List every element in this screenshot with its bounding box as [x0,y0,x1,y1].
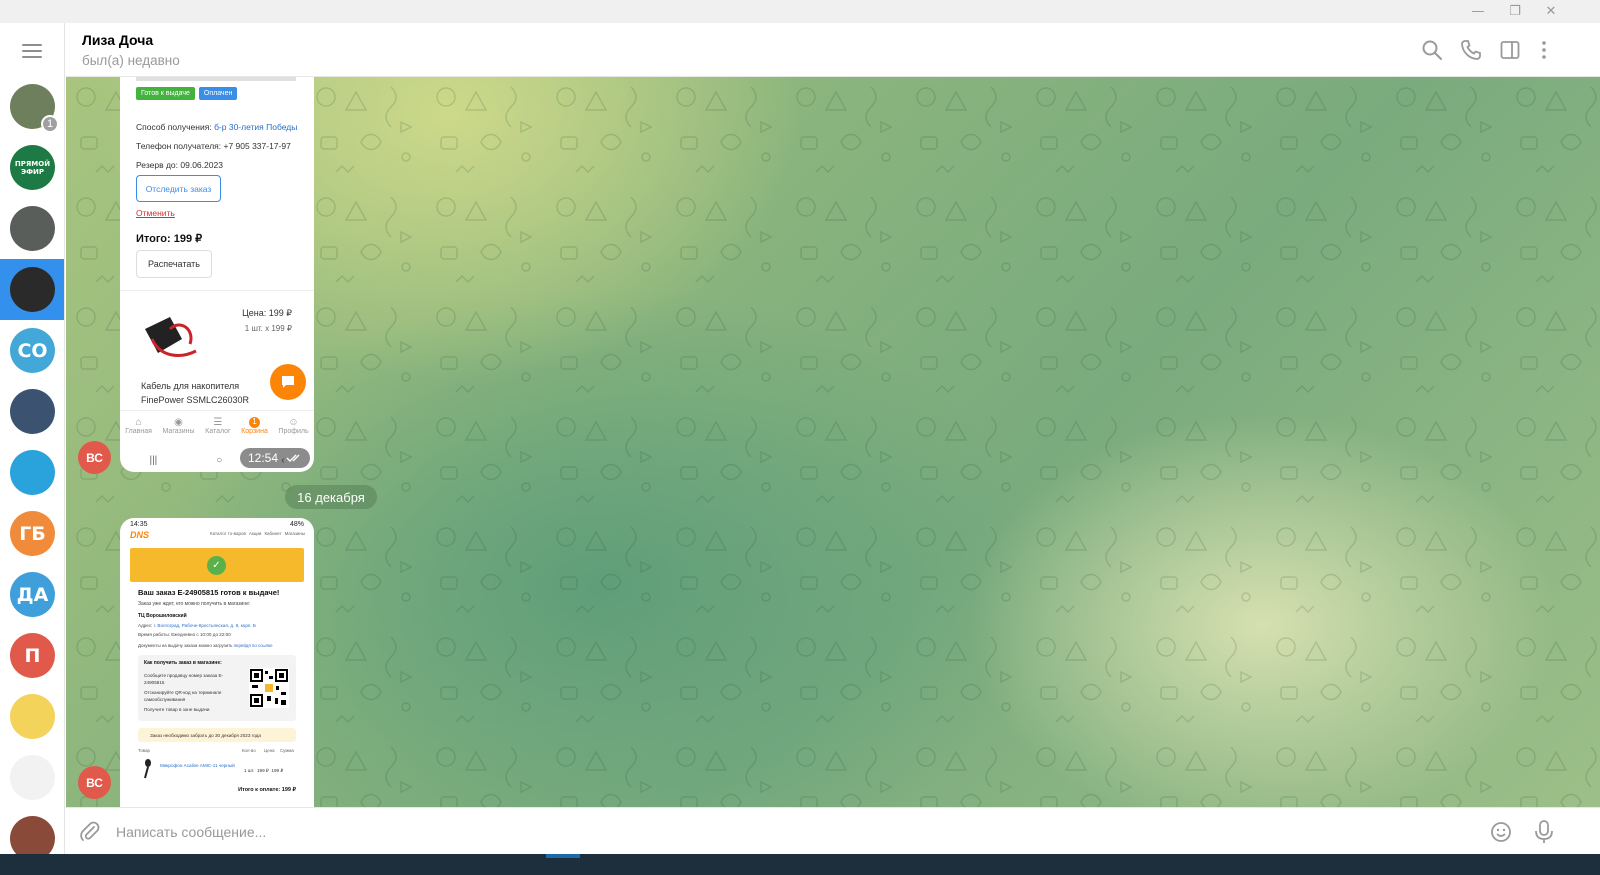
avatar: ДА [10,572,55,617]
microphone-image [144,759,151,779]
message-composer [66,807,1600,854]
phone-battery: 48% [289,521,304,528]
recipient-phone: Телефон получателя: +7 905 337-17-97 [136,141,291,151]
dns-logo: DNS [130,530,150,540]
avatar [10,450,55,495]
track-order-button[interactable]: Отследить заказ [136,175,221,202]
taskbar-strip [0,854,1600,875]
screenshot-message[interactable]: Готов к выдаче Оплачен Способ получения:… [120,77,314,472]
chat-list-item[interactable] [0,198,64,259]
nav-stores[interactable]: ◉ Магазины [163,417,195,445]
close-button[interactable]: ✕ [1533,0,1569,23]
cropped-order-header [136,77,296,81]
howto-box: Как получить заказ в магазине: Сообщите … [138,655,296,721]
reserve-date: Резерв до: 09.06.2023 [136,160,223,170]
avatar [10,206,55,251]
avatar: ГБ [10,511,55,556]
avatar [10,267,55,312]
ready-banner: ✓ [130,548,304,582]
read-checkmarks-icon [286,454,300,462]
avatar [10,389,55,434]
chat-list-item[interactable]: 1 [0,76,64,137]
app-bottom-nav: ⌂ Главная ◉ Магазины ☰ Каталог 1 Корзина ☺ Пр… [120,410,314,445]
order-total: Итого: 199 ₽ [136,233,203,245]
screenshot-message[interactable]: 14:35 48% DNS Каталог то-варов Акции Кабин… [120,518,314,807]
restore-button[interactable]: ❐ [1497,0,1533,23]
avatar: СО [10,328,55,373]
ready-badge: Готов к выдаче [136,87,195,100]
nav-profile[interactable]: ☺ Профиль [278,417,308,445]
check-icon: ✓ [207,556,226,575]
window-titlebar: — ❐ ✕ [0,0,1600,23]
emoji-icon[interactable] [1489,820,1513,844]
chat-list-item[interactable]: П [0,625,64,686]
microphone-icon[interactable] [1532,819,1556,845]
print-button[interactable]: Распечатать [136,250,212,278]
item-name-link[interactable]: Микрофон Acaline AMIC-11 черный [160,762,235,769]
chat-list-sidebar: 1 ПРЯМОЙ ЭФИР СО ГБ ДА П [0,23,65,875]
deadline-note: Заказ необходимо забрать до 30 декабря 2… [138,728,296,742]
avatar [10,755,55,800]
nav-home[interactable]: ⌂ Главная [125,417,152,445]
store-hours: Время работы: Ежедневно с 10:00 до 22:00 [138,632,231,637]
product-qty: 1 шт. x 199 ₽ [244,324,292,333]
pickup-label: Способ получения: [136,122,212,132]
chat-header: Лиза Доча был(а) недавно [66,23,1600,77]
menu-icon[interactable] [22,44,42,58]
phone-status-time: 14:35 [130,521,148,528]
chat-list-item[interactable]: СО [0,320,64,381]
minimize-button[interactable]: — [1460,0,1496,23]
order-sub: Заказ уже ждет, его можно получить в маг… [138,601,251,607]
more-icon[interactable] [1532,38,1556,62]
nav-cart[interactable]: 1 Корзина [241,417,268,445]
avatar [10,694,55,739]
unread-badge: 1 [41,115,59,133]
grand-total: Итого к оплате: 199 ₽ [238,787,296,793]
search-icon[interactable] [1420,38,1444,62]
store-name: ТЦ Ворошиловский [138,613,187,619]
attach-icon[interactable] [78,820,102,844]
docs-link[interactable]: перейдя по ссылке [234,643,273,648]
product-image [145,317,197,357]
chat-list-item[interactable]: ДА [0,564,64,625]
sidebar-toggle-icon[interactable] [1498,38,1522,62]
message-time: 12:54 [240,448,310,468]
product-price: Цена: 199 ₽ [242,308,292,318]
message-input[interactable] [116,820,1466,844]
sender-avatar[interactable]: ВС [78,441,111,474]
chat-list-item[interactable] [0,686,64,747]
chat-list-item[interactable]: ГБ [0,503,64,564]
cancel-link[interactable]: Отменить [136,208,175,218]
avatar: П [10,633,55,678]
address-link[interactable]: г. Волгоград, Рабоче-Крестьянская, д. 9,… [154,623,256,628]
pickup-link[interactable]: б-р 30-летия Победы [214,122,297,132]
chat-status: был(а) недавно [82,53,180,68]
chat-fab-icon[interactable] [270,364,306,400]
qr-code-icon [249,668,289,708]
chat-list-item[interactable] [0,259,64,320]
chat-list-item[interactable]: ПРЯМОЙ ЭФИР [0,137,64,198]
order-ready-heading: Ваш заказ E-24905815 готов к выдаче! [138,588,280,597]
product-name: Кабель для накопителя FinePower SSMLC260… [141,381,250,405]
chat-list-item[interactable] [0,381,64,442]
chat-list-item[interactable] [0,442,64,503]
sender-avatar[interactable]: ВС [78,766,111,799]
nav-catalog[interactable]: ☰ Каталог [205,417,230,445]
chat-title[interactable]: Лиза Доча [82,32,153,48]
items-table-header: Товар Кол-во Цена Сумма [138,748,294,753]
phone-icon[interactable] [1459,38,1483,62]
paid-badge: Оплачен [198,87,238,100]
avatar: ПРЯМОЙ ЭФИР [10,145,55,190]
chat-list-item[interactable] [0,747,64,808]
live-badge: ПРЯМОЙ ЭФИР [14,159,51,176]
date-separator: 16 декабря [285,485,377,509]
